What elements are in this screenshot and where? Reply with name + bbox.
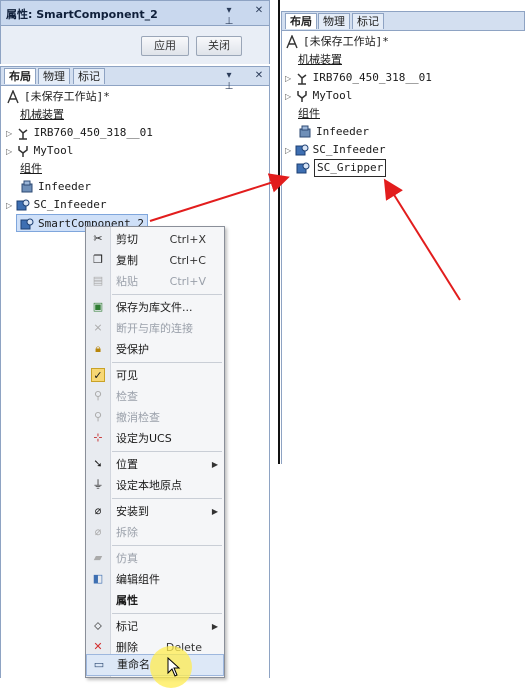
arrow-to-rename: [149, 173, 290, 222]
arrow-from-right: [383, 178, 461, 301]
annotation-arrows: [149, 173, 461, 301]
